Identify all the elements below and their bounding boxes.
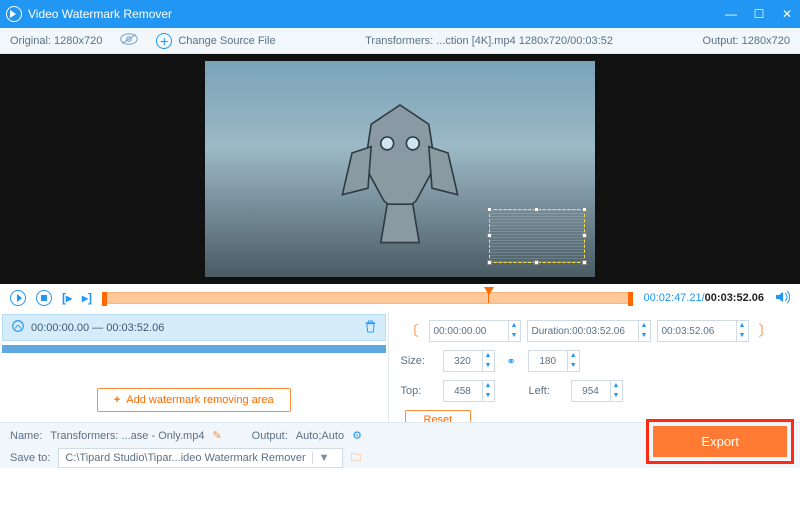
width-input[interactable]: ▲▼ (443, 350, 495, 372)
area-segment[interactable]: 00:00:00.00 — 00:03:52.06 (2, 314, 386, 341)
open-folder-icon[interactable]: 🗀 (351, 449, 362, 468)
end-time-input[interactable]: ▲▼ (657, 320, 749, 342)
volume-icon[interactable] (774, 289, 790, 308)
change-source-label: Change Source File (178, 35, 275, 47)
info-bar: Original: 1280x720 + Change Source File … (0, 28, 800, 54)
video-preview[interactable] (205, 61, 595, 277)
link-aspect-icon[interactable]: ⚭ (501, 355, 522, 368)
edit-name-icon[interactable]: ✎ (212, 429, 221, 442)
file-info: Transformers: ...ction [4K].mp4 1280x720… (294, 35, 685, 47)
preview-toggle-icon[interactable] (120, 32, 138, 49)
save-to-label: Save to: (10, 452, 50, 464)
add-area-button[interactable]: + Add watermark removing area (97, 388, 291, 412)
maximize-button[interactable]: ☐ (752, 7, 766, 21)
close-button[interactable]: ✕ (780, 7, 794, 21)
bracket-out-icon[interactable]: 〕 (755, 321, 777, 341)
app-logo-icon (6, 6, 22, 22)
output-settings-icon[interactable]: ⚙ (352, 429, 362, 442)
name-label: Name: (10, 430, 42, 442)
minimize-button[interactable]: — (724, 7, 738, 21)
top-input[interactable]: ▲▼ (443, 380, 495, 402)
left-input[interactable]: ▲▼ (571, 380, 623, 402)
mark-in-button[interactable]: [▸ (62, 291, 72, 305)
title-bar: Video Watermark Remover — ☐ ✕ (0, 0, 800, 28)
export-highlight: Export (646, 419, 794, 464)
path-dropdown-icon[interactable]: ▼ (312, 452, 336, 464)
footer: Name: Transformers: ...ase - Only.mp4 ✎ … (0, 422, 800, 468)
app-title: Video Watermark Remover (28, 7, 724, 21)
output-name: Transformers: ...ase - Only.mp4 (50, 430, 204, 442)
original-resolution: Original: 1280x720 (10, 35, 102, 47)
transport-bar: [▸ ▸] 00:02:47.21/00:03:52.06 (0, 284, 800, 312)
properties-panel: 〔 ▲▼ ▲▼ ▲▼ 〕 Size: ▲▼ ⚭ ▲▼ Top: ▲▼ Left:… (389, 312, 800, 422)
stop-button[interactable] (36, 290, 52, 306)
play-button[interactable] (10, 290, 26, 306)
height-input[interactable]: ▲▼ (528, 350, 580, 372)
output-format: Auto;Auto (296, 430, 344, 442)
areas-panel: 00:00:00.00 — 00:03:52.06 + Add watermar… (0, 312, 389, 422)
bracket-in-icon[interactable]: 〔 (401, 321, 423, 341)
plus-icon: + (114, 394, 120, 406)
left-label: Left: (529, 385, 565, 397)
playhead-icon[interactable] (484, 287, 494, 295)
delete-segment-icon[interactable] (364, 320, 377, 336)
change-source-button[interactable]: + Change Source File (156, 33, 275, 49)
segment-range: 00:00:00.00 — 00:03:52.06 (31, 322, 358, 334)
size-label: Size: (401, 355, 437, 367)
video-stage (0, 54, 800, 284)
output-label: Output: (252, 430, 288, 442)
timecode: 00:02:47.21/00:03:52.06 (643, 292, 764, 304)
selection-rectangle[interactable] (489, 209, 585, 263)
start-time-input[interactable]: ▲▼ (429, 320, 521, 342)
timeline-track[interactable] (102, 292, 633, 304)
save-path-input[interactable]: C:\Tipard Studio\Tipar...ideo Watermark … (58, 448, 342, 468)
export-button[interactable]: Export (653, 426, 787, 457)
output-resolution: Output: 1280x720 (703, 35, 790, 47)
watermark-icon (11, 319, 25, 336)
plus-icon: + (156, 33, 172, 49)
segment-bar[interactable] (2, 345, 386, 353)
duration-input[interactable]: ▲▼ (527, 320, 651, 342)
mark-out-button[interactable]: ▸] (82, 291, 92, 305)
top-label: Top: (401, 385, 437, 397)
